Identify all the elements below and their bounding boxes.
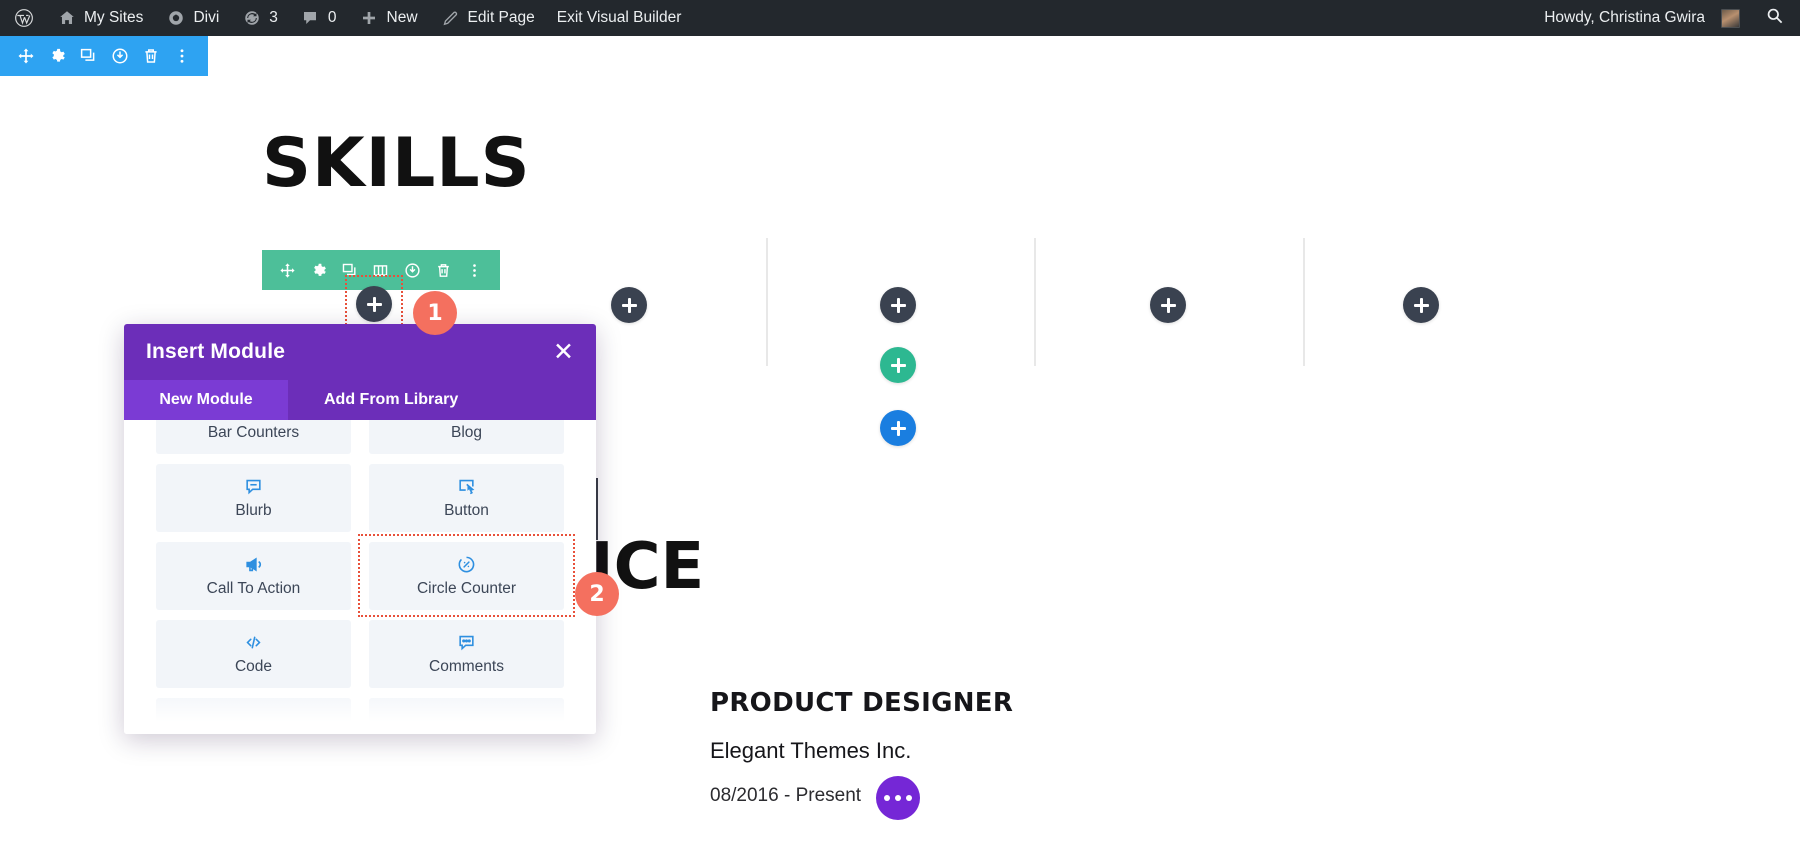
- gear-icon[interactable]: [308, 259, 330, 281]
- modal-tabs: New Module Add From Library: [124, 380, 596, 420]
- megaphone-icon: [244, 555, 263, 575]
- module-comments[interactable]: Comments: [369, 620, 564, 688]
- step-badge-1: 1: [413, 291, 457, 335]
- job-title: PRODUCT DESIGNER: [710, 688, 1014, 718]
- add-row-plus-button[interactable]: [880, 347, 916, 383]
- tab-add-from-library[interactable]: Add From Library: [288, 380, 596, 420]
- add-module-plus-button[interactable]: [1403, 287, 1439, 323]
- module-label: Blurb: [235, 501, 272, 519]
- module-button[interactable]: Button: [369, 464, 564, 532]
- save-power-icon[interactable]: [109, 45, 131, 67]
- admin-bar-comments[interactable]: 0: [289, 0, 348, 36]
- module-partial-row[interactable]: [156, 698, 351, 734]
- admin-bar-wordpress-logo[interactable]: [0, 0, 45, 36]
- modal-body: Bar Counters Blog Blurb Button Call To A…: [124, 420, 596, 734]
- admin-bar-new-label: New: [386, 9, 418, 26]
- page-title-skills: SKILLS: [262, 124, 531, 203]
- module-label: Circle Counter: [416, 579, 517, 597]
- wp-admin-bar: My Sites Divi 3 0 New Edit Page Exit Vis…: [0, 0, 1800, 36]
- home-icon: [56, 8, 77, 29]
- admin-bar-comments-count: 0: [327, 9, 337, 26]
- trash-icon[interactable]: [432, 259, 454, 281]
- search-icon: [1765, 6, 1784, 30]
- divi-gauge-icon: [165, 8, 186, 29]
- module-label: Blog: [450, 423, 483, 441]
- more-vertical-icon[interactable]: [463, 259, 485, 281]
- button-icon: [457, 477, 476, 497]
- modal-title: Insert Module: [146, 340, 286, 363]
- admin-bar-search-button[interactable]: [1751, 6, 1800, 30]
- admin-bar-right-group: Howdy, Christina Gwira: [1533, 0, 1800, 36]
- admin-bar-exit-label: Exit Visual Builder: [556, 9, 682, 26]
- module-label: Button: [444, 501, 489, 519]
- admin-bar-new[interactable]: New: [348, 0, 429, 36]
- admin-bar-divi-label: Divi: [193, 9, 220, 26]
- module-blog[interactable]: Blog: [369, 420, 564, 454]
- step-badge-2: 2: [575, 572, 619, 616]
- circle-counter-icon: [457, 555, 476, 575]
- admin-bar-my-sites-label: My Sites: [84, 9, 144, 26]
- module-label: Code: [234, 657, 273, 675]
- admin-bar-divi[interactable]: Divi: [154, 0, 230, 36]
- add-section-plus-button[interactable]: [880, 410, 916, 446]
- module-circle-counter[interactable]: Circle Counter: [358, 534, 575, 617]
- add-module-plus-button[interactable]: [1150, 287, 1186, 323]
- dot-icon: [906, 795, 912, 801]
- insert-module-modal: Insert Module ✕ New Module Add From Libr…: [124, 324, 596, 734]
- visual-builder-screen: My Sites Divi 3 0 New Edit Page Exit Vis…: [0, 0, 1800, 850]
- column-divider: [1303, 238, 1305, 366]
- admin-bar-updates[interactable]: 3: [230, 0, 289, 36]
- modal-header: Insert Module ✕: [124, 324, 596, 380]
- add-module-plus-button-highlighted[interactable]: [356, 286, 392, 322]
- gear-icon[interactable]: [46, 45, 68, 67]
- admin-bar-account[interactable]: Howdy, Christina Gwira: [1533, 0, 1751, 36]
- module-more-options-button[interactable]: [876, 776, 920, 820]
- admin-bar-edit-page-label: Edit Page: [467, 9, 535, 26]
- blurb-icon: [244, 477, 263, 497]
- module-label: Comments: [429, 657, 504, 675]
- column-divider: [1034, 238, 1036, 366]
- admin-bar-my-sites[interactable]: My Sites: [45, 0, 154, 36]
- section-toolbar: [0, 36, 208, 76]
- avatar: [1721, 8, 1740, 28]
- dot-icon: [895, 795, 901, 801]
- duplicate-icon[interactable]: [77, 45, 99, 67]
- update-arrows-icon: [241, 8, 262, 29]
- admin-bar-exit-visual-builder[interactable]: Exit Visual Builder: [546, 0, 693, 36]
- add-module-plus-button[interactable]: [611, 287, 647, 323]
- module-label: Call To Action: [206, 579, 301, 597]
- comments-icon: [457, 633, 476, 653]
- dot-icon: [884, 795, 890, 801]
- plus-icon: [359, 8, 380, 29]
- admin-bar-updates-count: 3: [269, 9, 278, 26]
- module-code[interactable]: Code: [156, 620, 351, 688]
- module-blurb[interactable]: Blurb: [156, 464, 351, 532]
- column-divider: [766, 238, 768, 366]
- save-power-icon[interactable]: [401, 259, 423, 281]
- module-partial-row[interactable]: [369, 698, 564, 734]
- comment-bubble-icon: [300, 8, 321, 29]
- module-label: Bar Counters: [207, 423, 300, 441]
- module-call-to-action[interactable]: Call To Action: [156, 542, 351, 610]
- admin-bar-edit-page[interactable]: Edit Page: [429, 0, 546, 36]
- job-dates: 08/2016 - Present: [710, 785, 862, 806]
- job-company: Elegant Themes Inc.: [710, 738, 912, 763]
- code-icon: [244, 633, 263, 653]
- more-vertical-icon[interactable]: [171, 45, 193, 67]
- wordpress-logo-icon: [13, 8, 34, 29]
- close-icon[interactable]: ✕: [553, 339, 574, 365]
- move-icon[interactable]: [15, 45, 37, 67]
- add-module-plus-button[interactable]: [880, 287, 916, 323]
- trash-icon[interactable]: [140, 45, 162, 67]
- admin-bar-howdy-label: Howdy, Christina Gwira: [1544, 9, 1705, 26]
- pencil-icon: [440, 8, 461, 29]
- tab-new-module[interactable]: New Module: [124, 380, 288, 420]
- move-icon[interactable]: [277, 259, 299, 281]
- module-grid: Bar Counters Blog Blurb Button Call To A…: [156, 420, 575, 734]
- module-bar-counters[interactable]: Bar Counters: [156, 420, 351, 454]
